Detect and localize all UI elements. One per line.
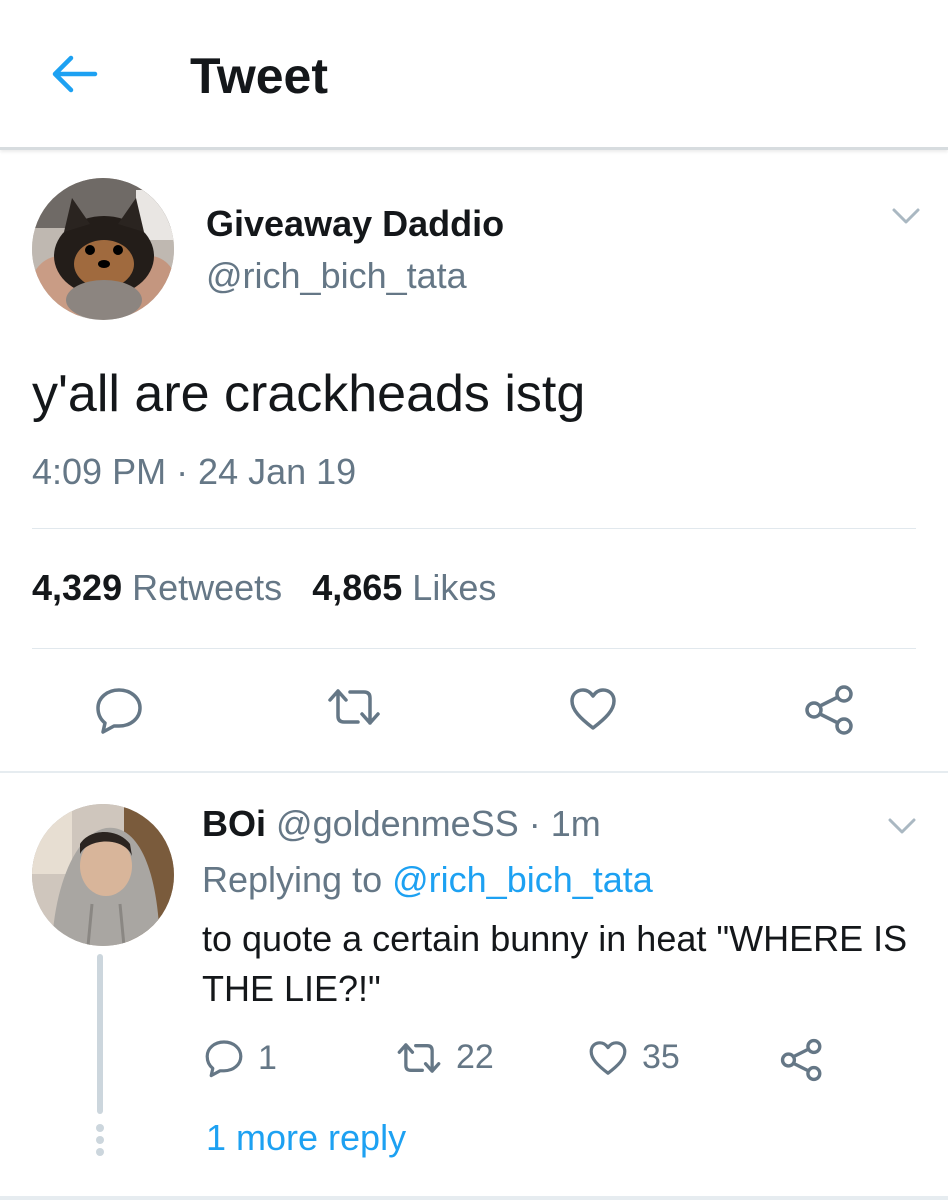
- author-name[interactable]: Giveaway Daddio: [206, 202, 504, 246]
- avatar[interactable]: [32, 178, 174, 320]
- retweets-label: Retweets: [132, 567, 283, 608]
- reply-author-name[interactable]: BOi: [202, 803, 266, 844]
- retweet-icon: [397, 1042, 441, 1073]
- more-replies-link[interactable]: 1 more reply: [206, 1116, 406, 1160]
- author-handle[interactable]: @rich_bich_tata: [206, 254, 467, 298]
- reply-avatar[interactable]: [32, 804, 174, 946]
- share-button[interactable]: [804, 684, 856, 736]
- like-count: 35: [642, 1038, 680, 1076]
- divider: [0, 1196, 948, 1200]
- like-button[interactable]: [568, 686, 618, 732]
- reply-like-button[interactable]: 35: [588, 1038, 680, 1077]
- reply-icon: [96, 688, 142, 734]
- share-icon: [780, 1038, 822, 1082]
- reply-menu-button[interactable]: [884, 814, 920, 838]
- reply-retweet-button[interactable]: 22: [396, 1038, 494, 1077]
- reply-count: 1: [258, 1038, 277, 1077]
- reply-header: BOi @goldenmeSS · 1m: [202, 802, 601, 846]
- arrow-left-icon: [52, 55, 98, 93]
- reply-reply-button[interactable]: 1: [204, 1038, 277, 1078]
- reply-text: to quote a certain bunny in heat "WHERE …: [202, 918, 908, 1009]
- retweets-count: 4,329: [32, 567, 123, 608]
- tweet-timestamp: 4:09 PM · 24 Jan 19: [32, 451, 357, 492]
- replying-to: Replying to @rich_bich_tata: [202, 858, 653, 902]
- divider: [32, 648, 916, 649]
- replying-mention-link[interactable]: @rich_bich_tata: [392, 859, 653, 900]
- avatar-image: [32, 178, 174, 320]
- retweet-count: 22: [456, 1038, 494, 1076]
- thread-line: [97, 954, 103, 1114]
- share-icon: [805, 685, 853, 735]
- thread-dots: [96, 1124, 104, 1156]
- divider: [32, 528, 916, 529]
- avatar-image: [32, 804, 174, 946]
- chevron-down-icon: [892, 208, 920, 224]
- likes-label: Likes: [412, 567, 497, 608]
- back-button[interactable]: [44, 48, 104, 100]
- replying-label: Replying to: [202, 859, 383, 900]
- heart-icon: [570, 688, 616, 730]
- likes-count: 4,865: [312, 567, 403, 608]
- reply-author-handle[interactable]: @goldenmeSS: [276, 803, 519, 844]
- retweets-stat[interactable]: 4,329 Retweets: [32, 567, 282, 608]
- top-bar: Tweet: [0, 0, 948, 150]
- chevron-down-icon: [888, 818, 916, 834]
- tweet-stats: 4,329 Retweets 4,865 Likes: [32, 566, 496, 610]
- reply-icon: [205, 1040, 243, 1078]
- reply-share-button[interactable]: [780, 1038, 824, 1082]
- reply-time: · 1m: [528, 803, 601, 844]
- heart-icon: [589, 1040, 627, 1075]
- reply-button[interactable]: [94, 686, 144, 734]
- likes-stat[interactable]: 4,865 Likes: [312, 567, 496, 608]
- retweet-icon: [328, 689, 380, 725]
- section-separator: [0, 771, 948, 773]
- tweet-menu-button[interactable]: [888, 204, 924, 228]
- tweet-text: y'all are crackheads istg: [32, 365, 586, 423]
- page-title: Tweet: [190, 48, 328, 104]
- retweet-button[interactable]: [326, 686, 382, 728]
